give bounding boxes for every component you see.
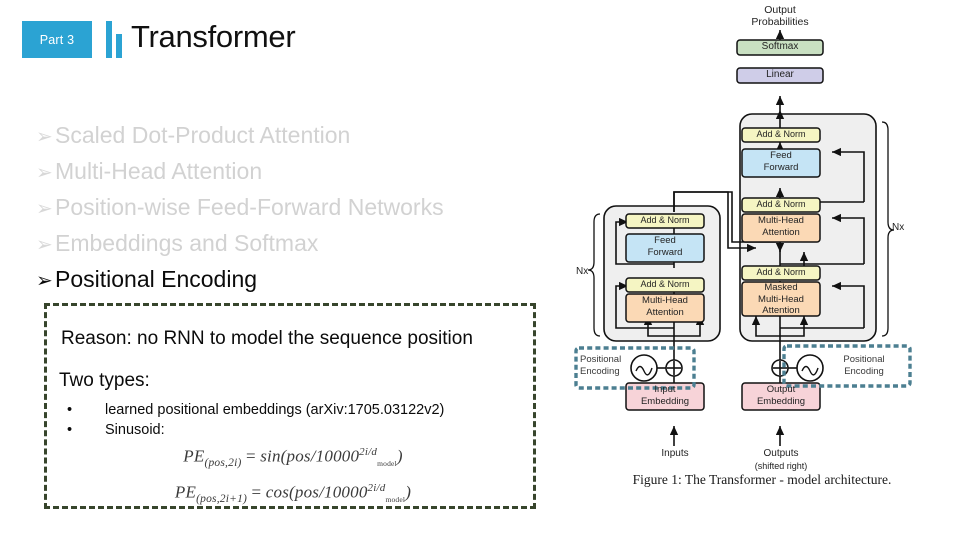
reason-text: Reason: no RNN to model the sequence pos…	[61, 328, 473, 349]
outline-item-2[interactable]: ➢ Position-wise Feed-Forward Networks	[36, 190, 556, 226]
part-badge-label: Part 3	[39, 32, 75, 47]
node-decoder-cross-attention	[741, 213, 821, 243]
formula-exp-sub: model	[385, 495, 406, 505]
figure-caption: Figure 1: The Transformer - model archit…	[632, 472, 892, 487]
formula-close: )	[405, 482, 412, 502]
bar-chart-icon	[106, 21, 126, 58]
reason-box: Reason: no RNN to model the sequence pos…	[44, 303, 536, 509]
chevron-bullet-icon: ➢	[36, 270, 53, 292]
sub-bullet-0: • learned positional embeddings (arXiv:1…	[67, 402, 444, 418]
node-softmax	[736, 39, 824, 56]
outline-item-label: Positional Encoding	[55, 266, 258, 292]
formula-fn: sin	[260, 446, 281, 466]
formula-arg: (pos/10000	[280, 446, 360, 466]
outline-item-4[interactable]: ➢ Positional Encoding	[36, 262, 556, 298]
chevron-bullet-icon: ➢	[36, 126, 53, 148]
formula-exp: 2i/	[359, 446, 372, 458]
outline-item-label: Scaled Dot-Product Attention	[55, 122, 351, 148]
node-decoder-add-norm-mid	[741, 197, 821, 213]
formula-sin: PE(pos,2i) = sin(pos/100002i/dmodel)	[47, 440, 539, 476]
formula-lhs-sub: (pos,2i)	[204, 457, 242, 470]
outline-list: ➢ Scaled Dot-Product Attention ➢ Multi-H…	[36, 118, 556, 298]
outline-item-3[interactable]: ➢ Embeddings and Softmax	[36, 226, 556, 262]
formula-exp: 2i/	[367, 482, 380, 495]
bullet-dot-icon: •	[67, 422, 73, 438]
node-decoder-add-norm-bottom	[741, 265, 821, 281]
formula-arg: (pos/10000	[289, 482, 368, 502]
formula-close: )	[396, 446, 403, 466]
transformer-diagram-svg	[574, 29, 912, 446]
formula-operator: =	[245, 446, 256, 466]
page-title: Transformer	[131, 19, 296, 54]
formula-exp-sub: model	[377, 459, 397, 469]
part-badge: Part 3	[22, 21, 92, 58]
node-masked-multi-head-attention	[741, 281, 821, 317]
outline-item-label: Embeddings and Softmax	[55, 230, 319, 256]
node-encoder-add-norm-top	[625, 213, 705, 229]
bullet-dot-icon: •	[67, 402, 73, 418]
formula-exp-base: d	[371, 446, 378, 458]
chevron-bullet-icon: ➢	[36, 162, 53, 184]
node-decoder-add-norm-top	[741, 127, 821, 143]
formula-group: PE(pos,2i) = sin(pos/100002i/dmodel) PE(…	[47, 440, 539, 512]
outline-item-0[interactable]: ➢ Scaled Dot-Product Attention	[36, 118, 556, 154]
formula-cos: PE(pos,2i+1) = cos(pos/100002i/dmodel)	[47, 476, 539, 512]
sub-bullet-1: • Sinusoid:	[67, 422, 165, 438]
formula-operator: =	[251, 482, 262, 502]
outline-item-label: Position-wise Feed-Forward Networks	[55, 194, 444, 220]
formula-exp-base: d	[379, 482, 386, 495]
sub-bullet-label: learned positional embeddings (arXiv:170…	[105, 402, 445, 418]
formula-lhs: PE	[174, 482, 197, 502]
formula-lhs: PE	[183, 446, 205, 466]
node-encoder-feed-forward	[625, 233, 705, 263]
node-output-embedding	[741, 382, 821, 411]
chevron-bullet-icon: ➢	[36, 198, 53, 220]
node-encoder-add-norm-bottom	[625, 277, 705, 293]
node-encoder-multi-head-attention	[625, 293, 705, 323]
node-decoder-feed-forward	[741, 148, 821, 178]
node-linear	[736, 67, 824, 84]
outline-item-label: Multi-Head Attention	[55, 158, 263, 184]
sub-bullet-label: Sinusoid:	[105, 422, 165, 438]
formula-fn: cos	[265, 482, 290, 502]
transformer-architecture-figure: Output Probabilities Softmax Linear Add …	[556, 4, 960, 526]
chevron-bullet-icon: ➢	[36, 234, 53, 256]
outline-item-1[interactable]: ➢ Multi-Head Attention	[36, 154, 556, 190]
two-types-heading: Two types:	[59, 370, 150, 391]
formula-lhs-sub: (pos,2i+1)	[196, 493, 248, 506]
